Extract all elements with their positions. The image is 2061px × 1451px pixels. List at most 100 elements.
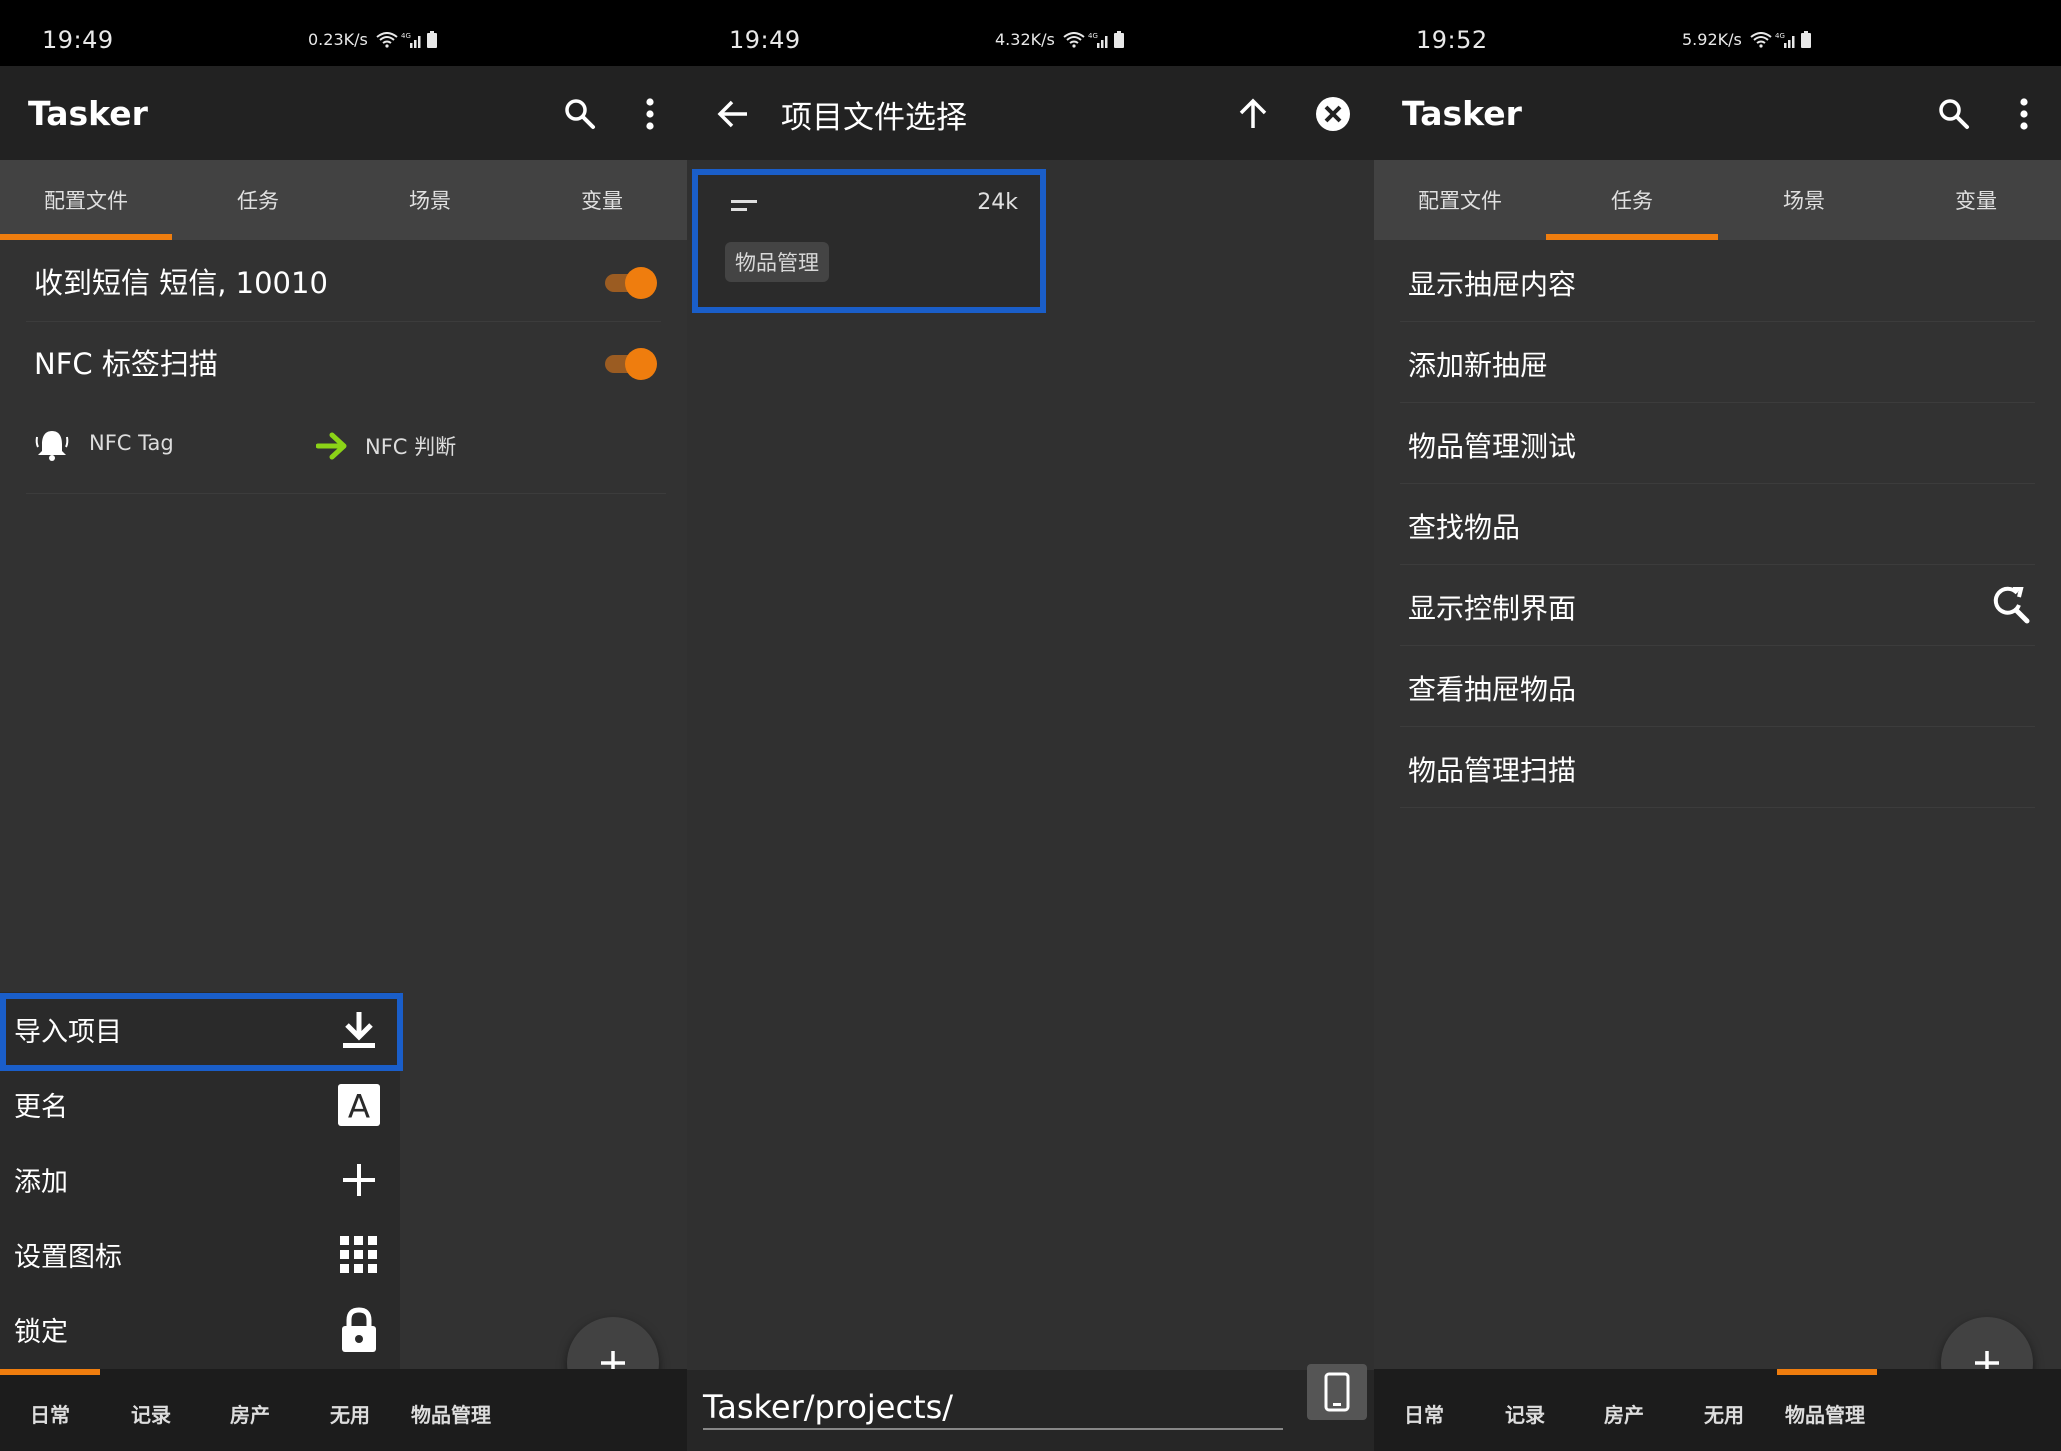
tab-label: 场景 [409,189,451,213]
project-tab[interactable]: 日常 [30,1399,70,1428]
status-time: 19:49 [729,26,801,54]
menu-label: 设置图标 [14,1242,122,1273]
tab-label: 变量 [581,189,623,213]
app-title: Tasker [28,94,148,133]
file-select-screen: 19:49 4.32K/s 4G 项目文件选择 24k 物品管理 Tasker/… [687,0,1374,1451]
app-title: Tasker [1402,94,1522,133]
back-arrow-icon[interactable] [709,90,757,138]
context-trigger[interactable]: NFC Tag [89,431,174,455]
profile-label: 收到短信 短信, 10010 [34,266,328,300]
project-tab[interactable]: 记录 [131,1399,171,1428]
search-refresh-icon [1993,586,2030,624]
storage-button[interactable] [1307,1364,1367,1420]
tab-variables[interactable]: 变量 [1890,160,2061,240]
toggle-knob [625,267,657,299]
bell-icon [35,431,69,461]
path-bar: Tasker/projects/ [687,1364,1374,1451]
svg-text:4G: 4G [401,32,411,40]
toggle-knob [625,348,657,380]
task-label: 显示抽屉内容 [1408,268,1577,301]
search-icon[interactable] [1930,90,1978,138]
app-bar: 项目文件选择 [687,66,1374,160]
tasker-tasks-screen: 19:52 5.92K/s 4G Tasker 配置文件 任务 场景 变量 显示… [1374,0,2061,1451]
task-row[interactable]: 显示抽屉内容 [1400,241,2035,322]
task-label: 查找物品 [1408,511,1521,544]
more-options-icon[interactable] [626,90,674,138]
active-tab-indicator [1546,234,1718,240]
task-row[interactable]: 物品管理扫描 [1400,727,2035,808]
status-right: 4.32K/s 4G [995,30,1125,49]
app-bar: Tasker [0,66,687,160]
task-row[interactable]: 物品管理测试 [1400,403,2035,484]
rename-item[interactable]: 更名 A [0,1067,400,1142]
search-icon[interactable] [556,90,604,138]
up-arrow-icon[interactable] [1229,90,1277,138]
set-icon-item[interactable]: 设置图标 [0,1217,400,1292]
profile-row[interactable]: 收到短信 短信, 10010 [26,241,661,322]
wifi-icon [1750,31,1772,48]
profile-row[interactable]: NFC 标签扫描 [26,322,661,402]
project-tab[interactable]: 房产 [230,1399,270,1428]
task-label: 显示控制界面 [1408,592,1577,625]
project-tab[interactable]: 记录 [1505,1399,1545,1428]
tab-scenes[interactable]: 场景 [344,160,516,240]
menu-label: 锁定 [14,1317,68,1348]
status-time: 19:52 [1416,26,1488,54]
project-tab[interactable]: 房产 [1604,1399,1644,1428]
close-icon[interactable] [1309,90,1357,138]
profile-context-row: NFC Tag NFC 判断 [26,403,666,494]
tab-profiles[interactable]: 配置文件 [1374,160,1546,240]
status-bar: 19:52 5.92K/s 4G [1374,0,2061,66]
tab-label: 任务 [237,189,279,213]
add-item[interactable]: 添加 [0,1142,400,1217]
more-options-icon[interactable] [2000,90,2048,138]
path-underline [703,1428,1283,1430]
lock-item[interactable]: 锁定 [0,1292,400,1367]
tab-label: 变量 [1955,189,1997,213]
svg-text:A: A [348,1087,370,1125]
path-input[interactable]: Tasker/projects/ [703,1388,953,1426]
project-tab[interactable]: 无用 [1704,1399,1744,1428]
cell-signal-icon: 4G [1775,32,1795,48]
wifi-icon [1063,31,1085,48]
profile-toggle[interactable] [601,348,657,380]
tasker-profiles-screen: 19:49 0.23K/s 4G Tasker 配置文件 任务 场景 变量 收到… [0,0,687,1451]
wifi-icon [376,31,398,48]
svg-text:4G: 4G [1775,32,1785,40]
project-tab[interactable]: 日常 [1404,1399,1444,1428]
tab-bar: 配置文件 任务 场景 变量 [0,160,687,240]
tab-variables[interactable]: 变量 [516,160,687,240]
tab-profiles[interactable]: 配置文件 [0,160,172,240]
app-bar: Tasker [1374,66,2061,160]
project-tab[interactable]: 无用 [330,1399,370,1428]
battery-icon [1113,30,1124,48]
svg-text:4G: 4G [1088,32,1098,40]
tab-bar: 配置文件 任务 场景 变量 [1374,160,2061,240]
tab-label: 任务 [1611,189,1653,213]
tab-tasks[interactable]: 任务 [1546,160,1718,240]
network-speed: 0.23K/s [308,30,368,49]
status-right: 0.23K/s 4G [308,30,438,49]
task-row[interactable]: 添加新抽屉 [1400,322,2035,403]
task-row[interactable]: 查看抽屉物品 [1400,646,2035,727]
task-row[interactable]: 查找物品 [1400,484,2035,565]
tab-scenes[interactable]: 场景 [1718,160,1890,240]
status-right: 5.92K/s 4G [1682,30,1812,49]
project-tab[interactable]: 物品管理 [411,1399,491,1428]
profile-toggle[interactable] [601,267,657,299]
context-task[interactable]: NFC 判断 [365,431,456,461]
cell-signal-icon: 4G [401,32,421,48]
tab-label: 配置文件 [1418,189,1502,213]
signal-icons: 4G [1750,30,1812,49]
project-tab[interactable]: 物品管理 [1785,1399,1865,1428]
status-time: 19:49 [42,26,114,54]
menu-label: 添加 [14,1167,68,1198]
plus-icon [338,1159,380,1201]
grid-icon [338,1234,380,1276]
tab-label: 配置文件 [44,189,128,213]
project-bar: 日常 记录 房产 无用 物品管理 [1374,1369,2061,1451]
tab-tasks[interactable]: 任务 [172,160,344,240]
task-row[interactable]: 显示控制界面 [1400,565,2035,646]
cell-signal-icon: 4G [1088,32,1108,48]
battery-icon [426,30,437,48]
